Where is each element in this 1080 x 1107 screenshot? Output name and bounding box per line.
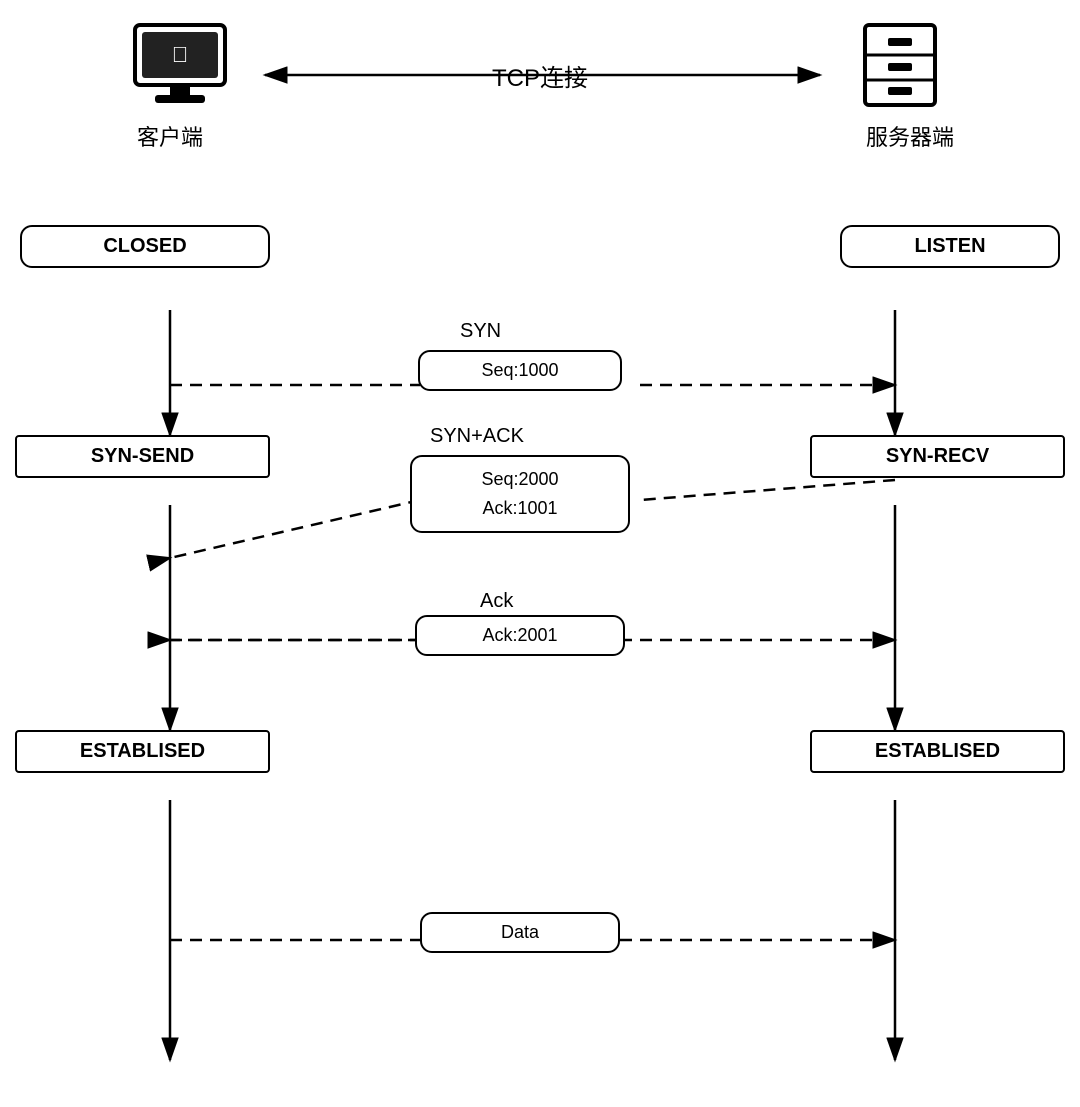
data-msg-box: Data <box>420 912 620 953</box>
client-syn-send-state: SYN-SEND <box>15 435 270 478</box>
client-established-state: ESTABLISED <box>15 730 270 773</box>
client-closed-state: CLOSED <box>20 225 270 268</box>
tcp-label: TCP连接 <box>492 58 588 93</box>
diagram-container:  TCP连接 客户端 服务器端 CLOSED LISTEN <box>0 0 1080 1107</box>
server-syn-recv-state: SYN-RECV <box>810 435 1065 478</box>
server-icon <box>840 20 960 115</box>
client-icon:  <box>120 20 240 115</box>
server-label: 服务器端 <box>820 120 1000 152</box>
syn-msg-box: Seq:1000 <box>418 350 622 391</box>
ack-msg-box: Ack:2001 <box>415 615 625 656</box>
server-listen-state: LISTEN <box>840 225 1060 268</box>
ack-label: Ack <box>480 590 513 613</box>
svg-text::  <box>172 42 189 67</box>
client-label: 客户端 <box>80 120 260 152</box>
synack-msg-box: Seq:2000 Ack:1001 <box>410 455 630 533</box>
syn-label: SYN <box>460 320 501 343</box>
synack-label: SYN+ACK <box>430 425 524 448</box>
server-established-state: ESTABLISED <box>810 730 1065 773</box>
